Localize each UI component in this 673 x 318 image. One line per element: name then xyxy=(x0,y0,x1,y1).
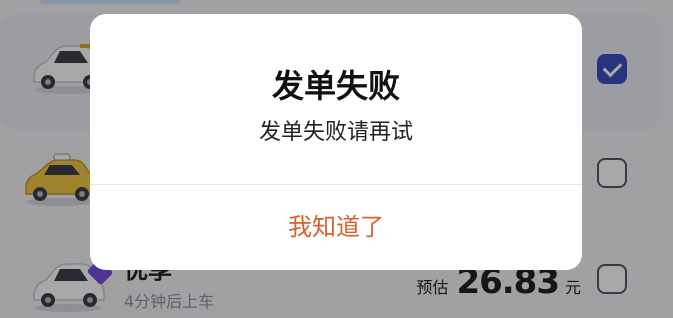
dialog-message: 发单失败请再试 xyxy=(258,120,413,145)
error-dialog: 发单失败 发单失败请再试 我知道了 xyxy=(90,14,582,270)
confirm-button[interactable]: 我知道了 xyxy=(90,185,582,270)
dialog-title: 发单失败 xyxy=(271,67,400,105)
